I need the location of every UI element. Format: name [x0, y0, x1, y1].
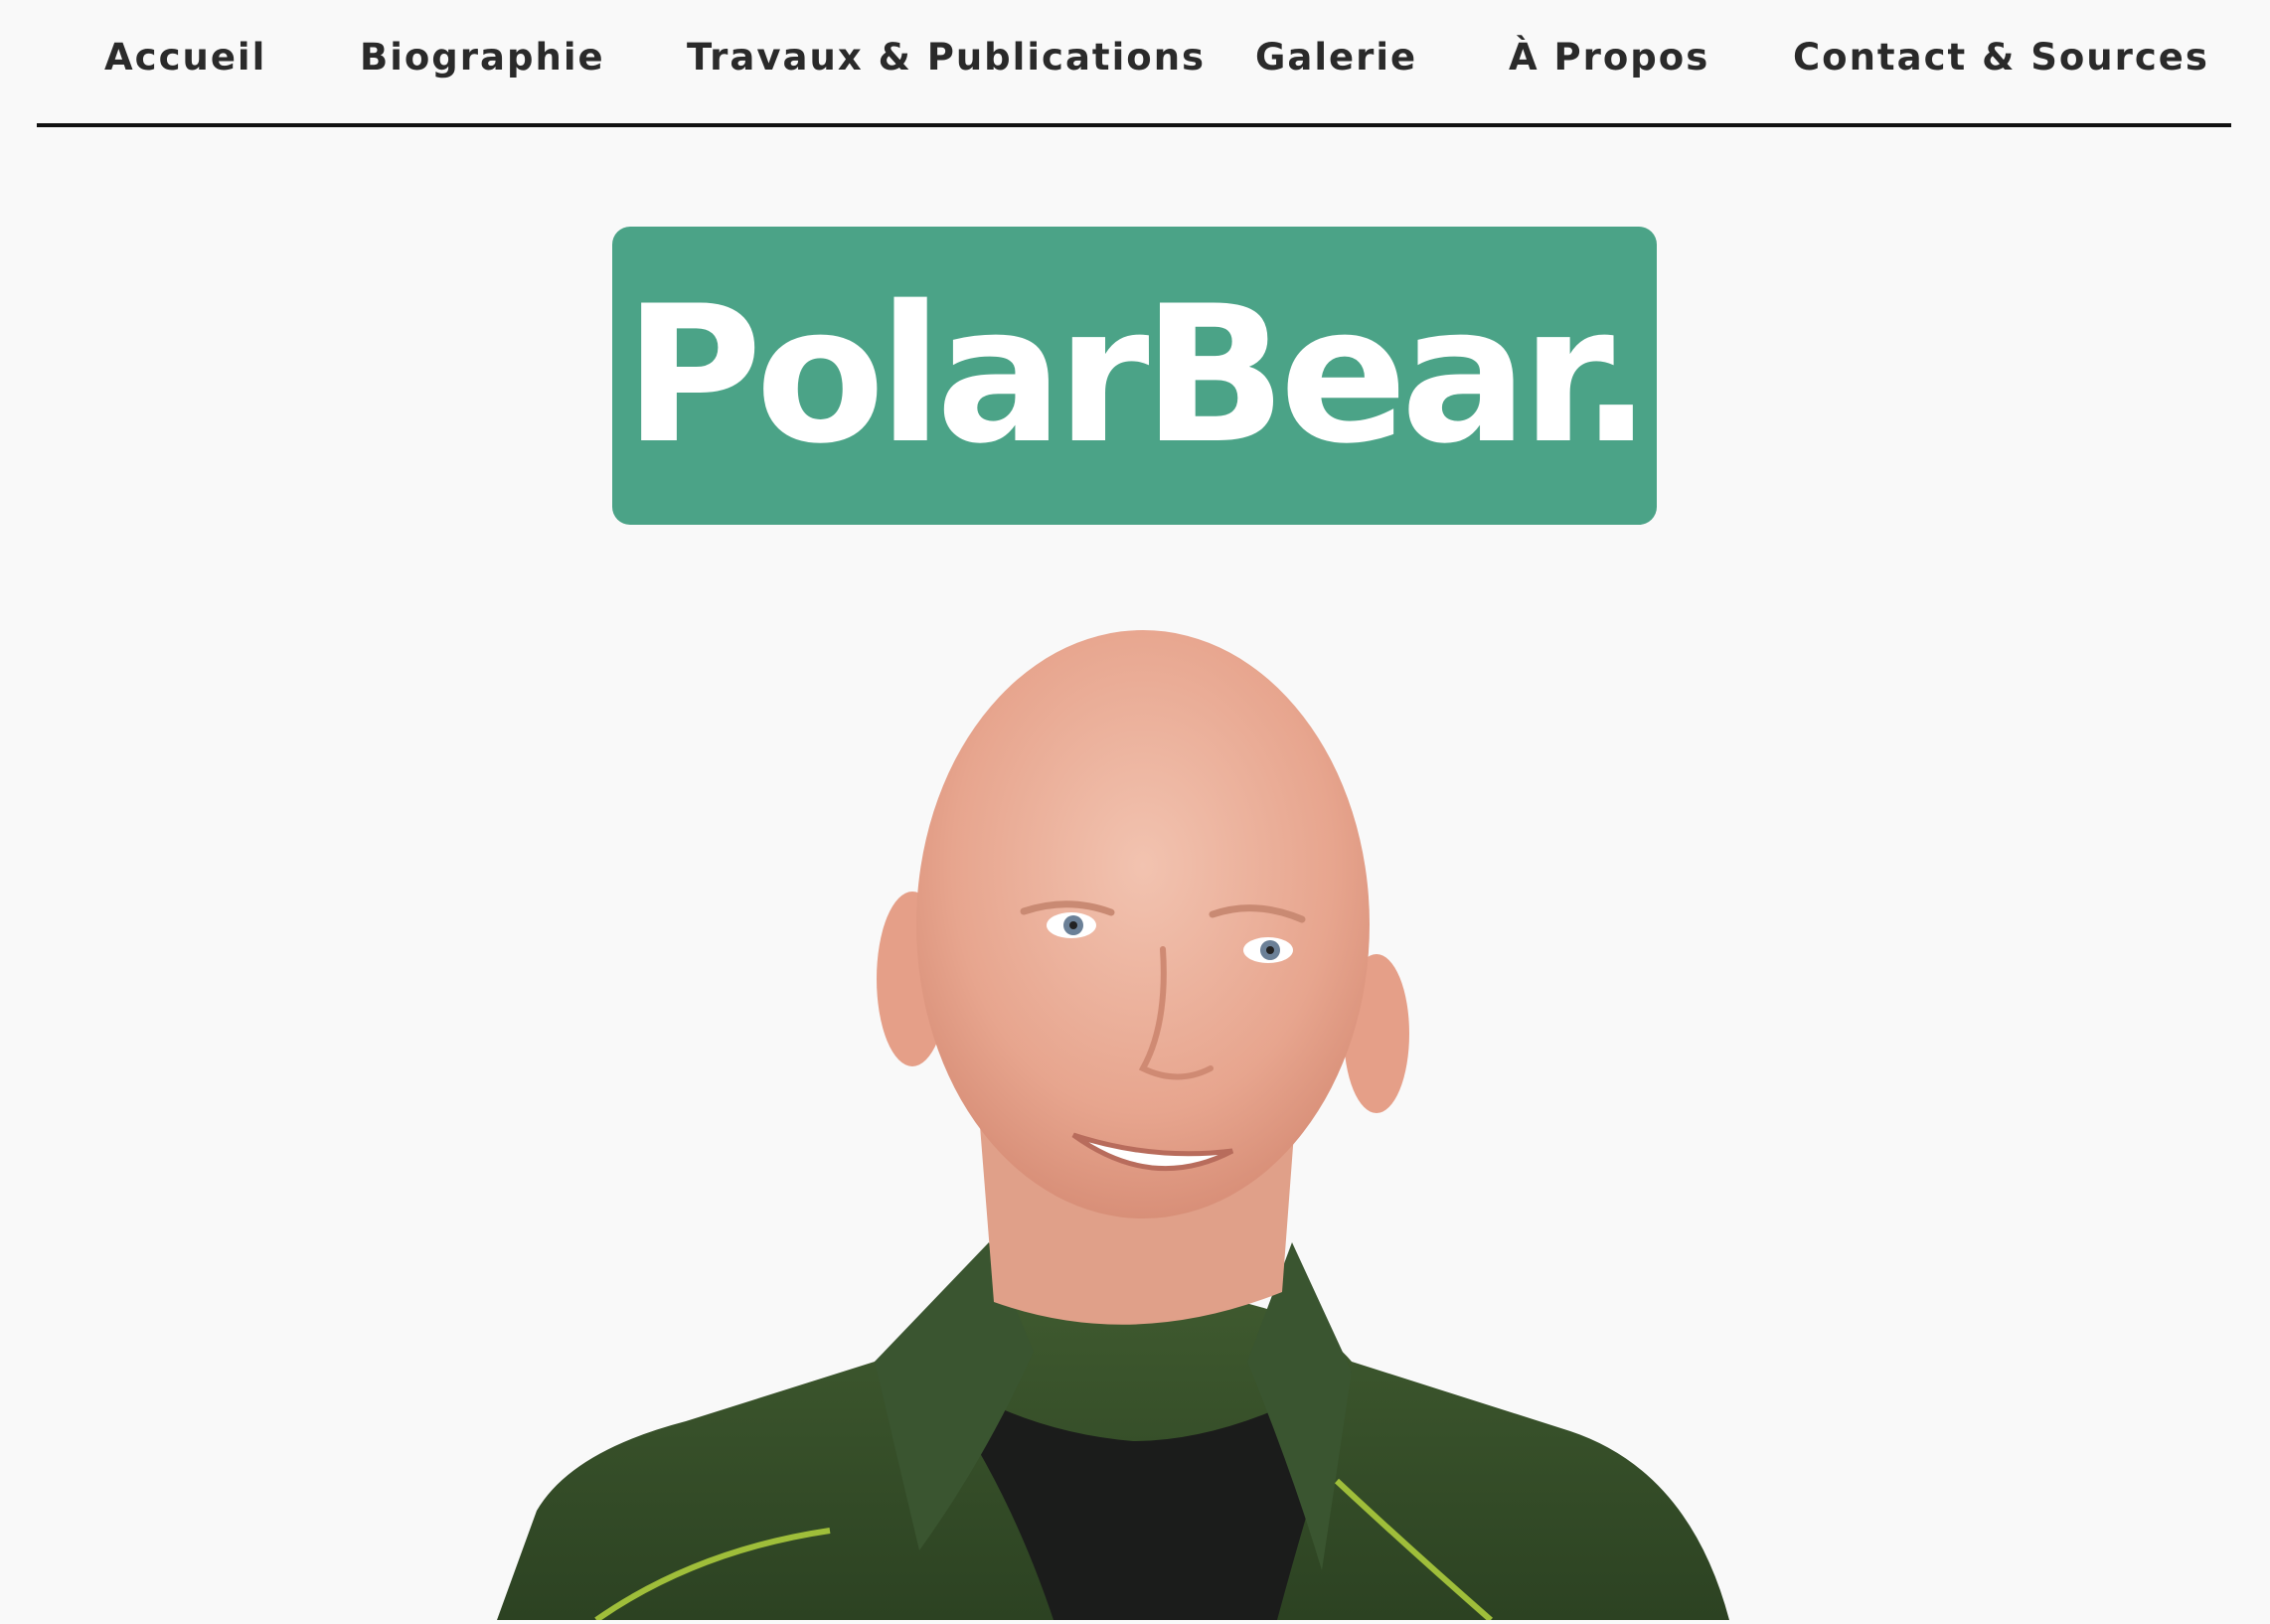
main-navigation: Accueil Biographie Travaux & Publication… [37, 0, 2231, 127]
logo-wordmark: PolarBear. [623, 265, 1653, 485]
nav-link-travaux-publications[interactable]: Travaux & Publications [687, 34, 1206, 81]
nav-link-contact-sources[interactable]: Contact & Sources [1793, 34, 2209, 81]
nav-link-galerie[interactable]: Galerie [1255, 34, 1417, 81]
nav-link-accueil[interactable]: Accueil [104, 34, 266, 81]
portrait-photo [0, 596, 2270, 1623]
nav-link-biographie[interactable]: Biographie [360, 34, 605, 81]
nav-link-a-propos[interactable]: À Propos [1509, 34, 1709, 81]
site-logo[interactable]: PolarBear. [612, 227, 1657, 525]
